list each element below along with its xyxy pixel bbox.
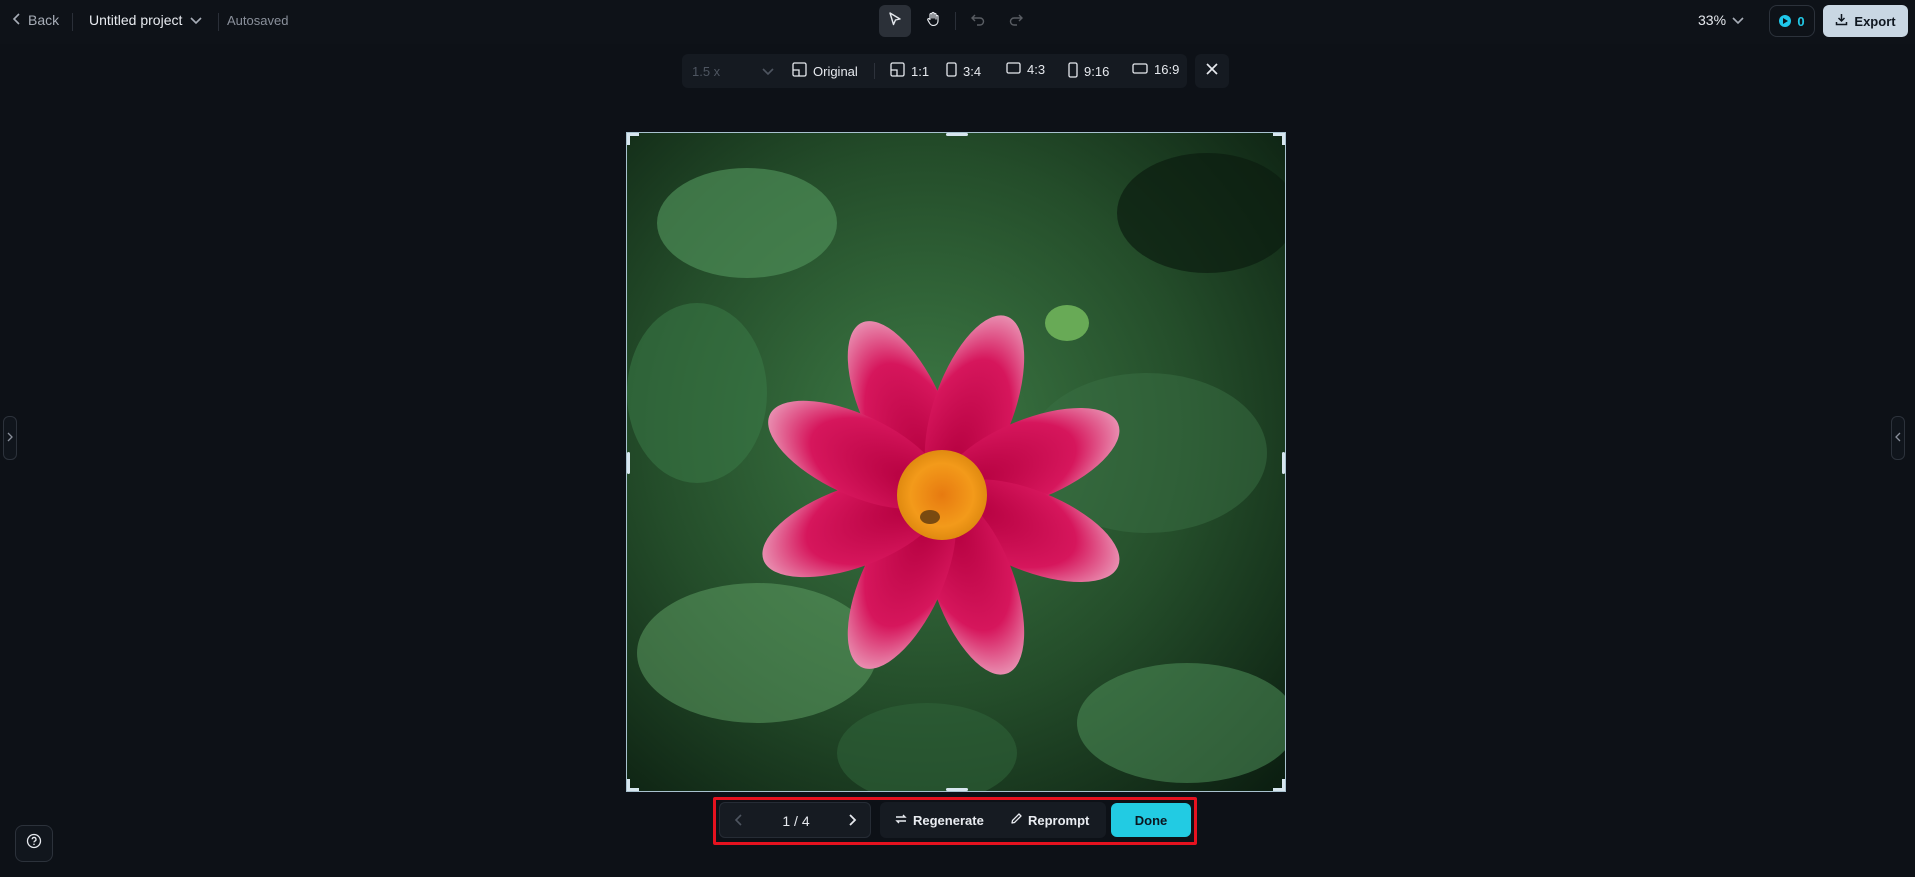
reprompt-label: Reprompt xyxy=(1028,812,1090,828)
variation-pager: 1 / 4 xyxy=(719,802,871,838)
aspect-ratio-toolbar: 1.5 x Original 1:1 3:4 4:3 9:16 16:9 xyxy=(682,54,1187,88)
ratio-option-16-9[interactable]: 16:9 xyxy=(1132,62,1179,77)
zoom-level: 33% xyxy=(1698,12,1727,28)
crop-handle-top-right[interactable] xyxy=(1282,133,1285,145)
chevron-down-icon xyxy=(190,12,202,28)
hand-tool-button[interactable] xyxy=(917,5,949,37)
ratio-label: 16:9 xyxy=(1154,62,1180,77)
tool-divider xyxy=(955,12,956,30)
next-variation-button[interactable] xyxy=(847,813,857,832)
chevron-left-icon xyxy=(12,12,22,28)
export-label: Export xyxy=(1854,13,1896,29)
redo-button[interactable] xyxy=(1000,5,1032,37)
crop-handle-bottom-right[interactable] xyxy=(1282,779,1285,791)
pointer-icon xyxy=(887,11,903,32)
wide-ratio-icon xyxy=(1132,62,1148,77)
undo-button[interactable] xyxy=(962,5,994,37)
regenerate-label: Regenerate xyxy=(913,813,984,828)
credits-button[interactable]: 0 xyxy=(1769,5,1815,37)
landscape-ratio-icon xyxy=(1006,62,1021,77)
ratio-label: 9:16 xyxy=(1084,64,1110,79)
project-title-dropdown[interactable]: Untitled project xyxy=(89,12,202,28)
credit-icon xyxy=(1779,15,1792,27)
back-button[interactable]: Back xyxy=(12,12,59,28)
chevron-down-icon xyxy=(762,64,774,79)
canvas-image-frame[interactable] xyxy=(626,132,1286,792)
ratio-option-original[interactable]: Original xyxy=(792,62,858,80)
tall-ratio-icon xyxy=(1068,62,1078,81)
hand-icon xyxy=(925,11,941,32)
select-tool-button[interactable] xyxy=(879,5,911,37)
tool-group xyxy=(879,5,1032,37)
reprompt-button[interactable]: Reprompt xyxy=(1010,812,1089,828)
back-label: Back xyxy=(28,12,60,28)
help-icon xyxy=(26,833,42,854)
ratio-divider xyxy=(874,63,875,79)
ratio-option-1-1[interactable]: 1:1 xyxy=(890,62,929,80)
header-divider xyxy=(218,13,219,31)
ratio-label: 3:4 xyxy=(963,63,982,79)
portrait-ratio-icon xyxy=(946,62,957,80)
help-button[interactable] xyxy=(15,825,53,862)
zoom-dropdown[interactable]: 33% xyxy=(1698,12,1744,28)
flower-image xyxy=(627,133,1285,791)
crop-handle-bottom-left[interactable] xyxy=(627,779,630,791)
ratio-option-4-3[interactable]: 4:3 xyxy=(1006,62,1045,77)
export-button[interactable]: Export xyxy=(1823,5,1908,37)
ratio-option-3-4[interactable]: 3:4 xyxy=(946,62,981,80)
undo-icon xyxy=(970,11,986,32)
right-panel-toggle[interactable] xyxy=(1891,416,1905,460)
close-icon xyxy=(1206,62,1218,80)
ratio-label: Original xyxy=(813,63,858,79)
pencil-icon xyxy=(1010,812,1023,828)
crop-handle-top-left[interactable] xyxy=(627,133,630,145)
save-status: Autosaved xyxy=(227,13,289,28)
ratio-label: 4:3 xyxy=(1027,62,1046,77)
header-divider xyxy=(72,13,73,31)
left-panel-toggle[interactable] xyxy=(3,416,17,460)
action-group: Regenerate Reprompt xyxy=(880,802,1106,838)
crop-handle-bottom[interactable] xyxy=(946,788,968,791)
chevron-left-icon xyxy=(1895,429,1901,447)
crop-handle-right[interactable] xyxy=(1282,452,1285,474)
credits-count: 0 xyxy=(1797,13,1805,29)
original-ratio-icon xyxy=(792,62,807,80)
regenerate-icon xyxy=(894,812,908,829)
top-bar: Back Untitled project Autosaved 33% 0 Ex… xyxy=(0,0,1915,44)
project-title: Untitled project xyxy=(89,12,183,28)
scale-select[interactable]: 1.5 x xyxy=(688,61,778,81)
crop-handle-top[interactable] xyxy=(946,133,968,136)
chevron-right-icon xyxy=(7,429,13,447)
scale-value: 1.5 x xyxy=(692,63,721,79)
redo-icon xyxy=(1008,11,1024,32)
download-icon xyxy=(1835,13,1848,29)
close-ratio-button[interactable] xyxy=(1195,54,1229,88)
crop-handle-left[interactable] xyxy=(627,452,630,474)
regenerate-button[interactable]: Regenerate xyxy=(894,812,984,829)
ratio-option-9-16[interactable]: 9:16 xyxy=(1068,62,1109,81)
square-ratio-icon xyxy=(890,62,905,80)
ratio-label: 1:1 xyxy=(911,63,930,79)
chevron-down-icon xyxy=(1732,12,1744,28)
done-button[interactable]: Done xyxy=(1111,803,1191,837)
